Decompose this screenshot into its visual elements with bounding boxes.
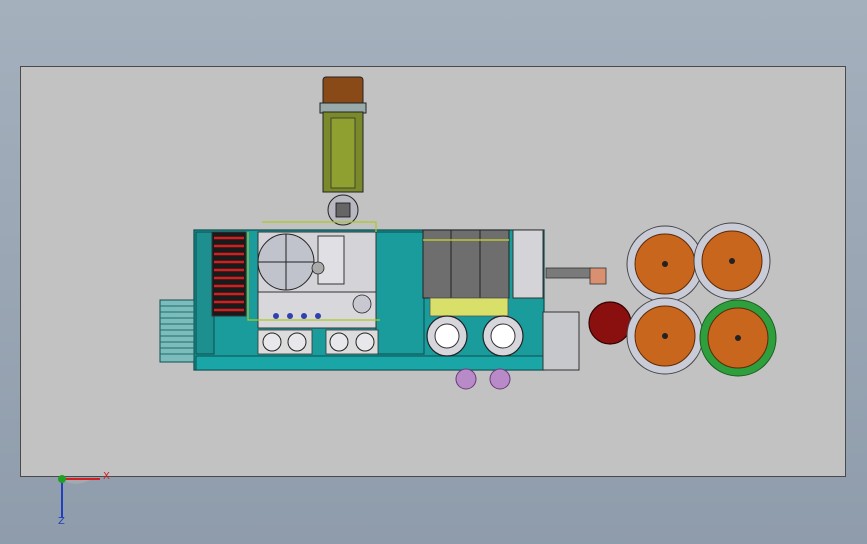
purple-motor-left — [455, 368, 477, 390]
shaft-arm — [545, 267, 593, 279]
left-conveyor[interactable] — [159, 299, 195, 363]
z-axis-label: Z — [58, 516, 65, 527]
tank-window — [330, 117, 356, 189]
triad-quarter — [62, 480, 90, 484]
red-motor — [588, 301, 632, 345]
top-feed-unit[interactable] — [319, 76, 367, 226]
roll-cluster[interactable] — [626, 222, 777, 377]
frame-left-post — [195, 231, 215, 355]
frame-column — [375, 231, 425, 355]
x-axis-label: X — [103, 471, 110, 482]
purple-motor-right — [489, 368, 511, 390]
assembly-model[interactable]: X Z — [0, 0, 867, 544]
heater-box — [211, 231, 247, 317]
right-column — [512, 229, 544, 299]
filter-cylinder — [317, 235, 345, 285]
inner-compartment[interactable] — [247, 221, 380, 329]
frame-base-rail — [195, 355, 547, 371]
heater-panel[interactable] — [211, 231, 247, 317]
pump-core — [335, 202, 351, 218]
y-axis-dot — [58, 475, 66, 483]
coupling — [589, 267, 607, 285]
cad-viewport[interactable]: X Z — [0, 0, 867, 544]
cabinet-tray — [429, 297, 509, 317]
top-motor-housing — [322, 76, 364, 106]
gear-box — [542, 311, 580, 371]
small-gauge — [352, 294, 372, 314]
coordinate-triad: X Z — [58, 471, 110, 527]
control-cabinet[interactable] — [422, 229, 510, 317]
conveyor-body — [159, 299, 195, 363]
